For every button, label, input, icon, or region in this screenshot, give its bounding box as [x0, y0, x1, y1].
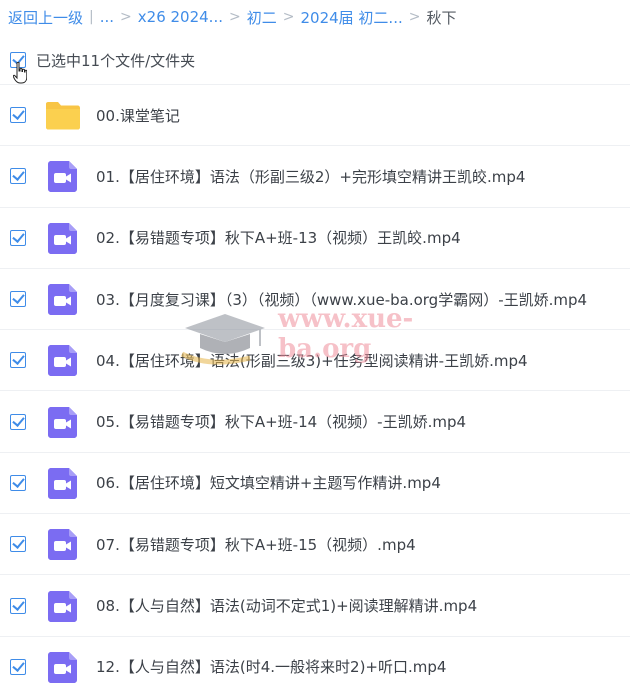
breadcrumb-separator: > [282, 9, 295, 25]
breadcrumb-separator: > [408, 9, 421, 25]
video-file-icon [45, 404, 81, 440]
selection-count-label: 已选中11个文件/文件夹 [36, 51, 196, 70]
video-file-icon [45, 526, 81, 562]
file-checkbox[interactable] [10, 352, 26, 369]
file-row[interactable]: 05.【易错题专项】秋下A+班-14（视频）-王凯娇.mp4 [0, 390, 630, 451]
file-name[interactable]: 03.【月度复习课】（3）（视频）（www.xue-ba.org学霸网）-王凯娇… [96, 289, 587, 310]
breadcrumb-current: 秋下 [426, 8, 457, 27]
file-row[interactable]: 01.【居住环境】语法（形副三级2）+完形填空精讲王凯皎.mp4 [0, 145, 630, 206]
file-row[interactable]: 03.【月度复习课】（3）（视频）（www.xue-ba.org学霸网）-王凯娇… [0, 267, 630, 329]
select-all-bar: 已选中11个文件/文件夹 [0, 44, 630, 76]
back-link[interactable]: 返回上一级 [8, 7, 83, 28]
breadcrumb-item-grade[interactable]: 初二 [247, 7, 277, 28]
file-checkbox[interactable] [10, 536, 26, 553]
video-file-icon [45, 465, 81, 501]
breadcrumb-item-class[interactable]: 2024届 初二... [300, 7, 402, 28]
video-file-icon [45, 588, 81, 624]
file-checkbox[interactable] [10, 474, 26, 491]
file-name[interactable]: 01.【居住环境】语法（形副三级2）+完形填空精讲王凯皎.mp4 [96, 166, 525, 187]
file-row[interactable]: 08.【人与自然】语法(动词不定式1)+阅读理解精讲.mp4 [0, 574, 630, 635]
file-row[interactable]: 02.【易错题专项】秋下A+班-13（视频）王凯皎.mp4 [0, 206, 630, 268]
video-file-icon [45, 281, 81, 317]
file-checkbox[interactable] [10, 413, 26, 430]
file-name[interactable]: 07.【易错题专项】秋下A+班-15（视频）.mp4 [96, 534, 416, 555]
video-file-icon [45, 649, 81, 685]
mouse-pointer-icon [13, 62, 27, 84]
file-row[interactable]: 04.【居住环境】语法(形副三级3)+任务型阅读精讲-王凯娇.mp4 [0, 329, 630, 390]
file-row[interactable]: 07.【易错题专项】秋下A+班-15（视频）.mp4 [0, 513, 630, 574]
breadcrumb-item-root[interactable]: x26 2024... [138, 8, 223, 26]
file-name[interactable]: 12.【人与自然】语法(时4.一般将来时2)+听口.mp4 [96, 656, 446, 677]
video-file-icon [45, 158, 81, 194]
file-name[interactable]: 04.【居住环境】语法(形副三级3)+任务型阅读精讲-王凯娇.mp4 [96, 350, 528, 371]
file-name[interactable]: 06.【居住环境】短文填空精讲+主题写作精讲.mp4 [96, 472, 441, 493]
file-row[interactable]: 06.【居住环境】短文填空精讲+主题写作精讲.mp4 [0, 451, 630, 513]
breadcrumb: 返回上一级 | ... > x26 2024... > 初二 > 2024届 初… [8, 6, 456, 28]
file-checkbox[interactable] [10, 597, 26, 614]
file-row[interactable]: 12.【人与自然】语法(时4.一般将来时2)+听口.mp4 [0, 635, 630, 697]
file-name[interactable]: 05.【易错题专项】秋下A+班-14（视频）-王凯娇.mp4 [96, 411, 466, 432]
file-checkbox[interactable] [10, 291, 26, 308]
file-row[interactable]: 00.课堂笔记 [0, 84, 630, 145]
file-name[interactable]: 02.【易错题专项】秋下A+班-13（视频）王凯皎.mp4 [96, 227, 461, 248]
file-checkbox[interactable] [10, 107, 26, 124]
breadcrumb-separator: > [229, 9, 241, 25]
folder-icon [45, 97, 81, 133]
file-checkbox[interactable] [10, 658, 26, 675]
file-name[interactable]: 00.课堂笔记 [96, 105, 180, 126]
file-list: 00.课堂笔记 01.【居住环境】语法（形副三级2）+完形填空精讲王凯皎.mp4 0… [0, 84, 630, 697]
breadcrumb-ellipsis[interactable]: ... [100, 8, 114, 26]
breadcrumb-separator: > [120, 9, 132, 25]
file-checkbox[interactable] [10, 229, 26, 246]
video-file-icon [45, 342, 81, 378]
file-name[interactable]: 08.【人与自然】语法(动词不定式1)+阅读理解精讲.mp4 [96, 595, 477, 616]
video-file-icon [45, 220, 81, 256]
file-checkbox[interactable] [10, 168, 26, 185]
breadcrumb-divider: | [89, 9, 94, 25]
